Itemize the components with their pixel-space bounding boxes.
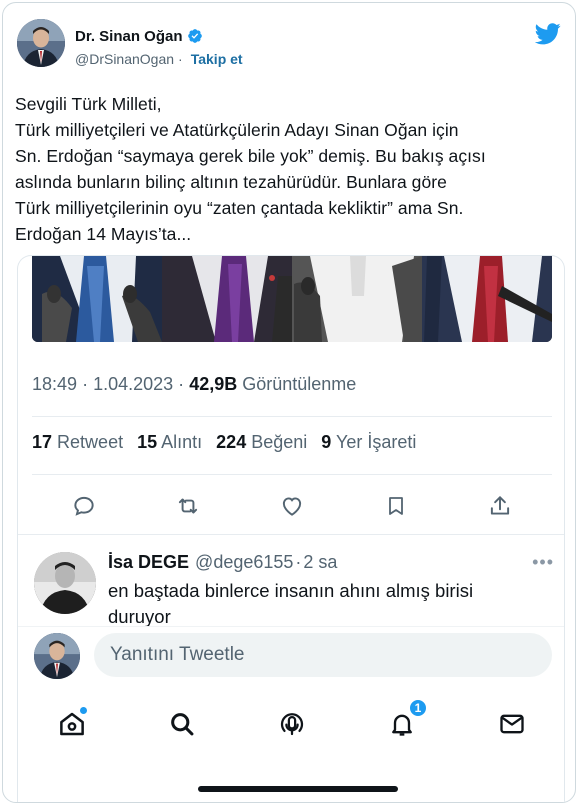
reply-composer: Yanıtını Tweetle — [18, 626, 564, 680]
tweet-text-line: Erdoğan 14 Mayıs’ta... — [15, 224, 192, 244]
notification-count-badge: 1 — [408, 698, 428, 718]
reply-header: İsa DEGE @dege6155 · 2 sa — [108, 552, 337, 573]
tweet-media-image[interactable] — [32, 256, 552, 342]
stat-retweets[interactable]: 17 Retweet — [32, 432, 123, 453]
reply-tweet[interactable]: İsa DEGE @dege6155 · 2 sa ••• en baştada… — [18, 546, 564, 626]
divider — [32, 474, 552, 475]
author-block: Dr. Sinan Oğan @DrSinanOgan · Takip et — [75, 27, 243, 68]
reply-time[interactable]: 2 sa — [303, 552, 337, 573]
stat-label: Alıntı — [161, 432, 203, 452]
tweet-meta: 18:49 · 1.04.2023 · 42,9B Görüntülenme — [32, 374, 356, 395]
bottom-navigation: 1 — [18, 696, 564, 752]
home-indicator — [198, 786, 398, 792]
reply-input[interactable]: Yanıtını Tweetle — [94, 633, 552, 677]
meta-separator: · — [82, 374, 89, 394]
tweet-text: Sevgili Türk Milleti, Türk milliyetçiler… — [15, 91, 567, 247]
share-icon[interactable] — [484, 490, 516, 522]
search-icon[interactable] — [164, 706, 200, 742]
views-label: Görüntülenme — [242, 374, 357, 394]
divider — [18, 534, 564, 535]
author-handle[interactable]: @DrSinanOgan — [75, 51, 174, 67]
embedded-tweet-screenshot[interactable]: 18:49 · 1.04.2023 · 42,9B Görüntülenme 1… — [17, 255, 565, 802]
verified-badge-icon — [187, 28, 203, 44]
reply-icon[interactable] — [68, 490, 100, 522]
reply-text-line: duruyor — [108, 606, 171, 626]
engagement-stats: 17 Retweet 15 Alıntı 224 Beğeni 9 Yer İş… — [32, 432, 416, 453]
divider — [32, 416, 552, 417]
more-options-icon[interactable]: ••• — [532, 552, 554, 573]
stat-label: Retweet — [57, 432, 124, 452]
reply-separator: · — [295, 552, 302, 572]
stat-label: Beğeni — [251, 432, 308, 452]
notifications-icon[interactable]: 1 — [384, 698, 428, 742]
twitter-bird-icon[interactable] — [534, 23, 561, 45]
stat-count: 15 — [137, 432, 158, 452]
retweet-icon[interactable] — [172, 490, 204, 522]
stat-count: 9 — [321, 432, 332, 452]
stat-label: Yer İşareti — [336, 432, 417, 452]
stat-bookmarks[interactable]: 9 Yer İşareti — [321, 432, 416, 453]
stat-count: 17 — [32, 432, 53, 452]
handle-separator: · — [178, 51, 183, 67]
author-display-name[interactable]: Dr. Sinan Oğan — [75, 28, 183, 45]
follow-button[interactable]: Takip et — [191, 51, 243, 67]
meta-separator: · — [178, 374, 185, 394]
reply-author-name[interactable]: İsa DEGE — [108, 552, 189, 573]
tweet-header: Dr. Sinan Oğan @DrSinanOgan · Takip et — [17, 19, 563, 79]
current-user-avatar[interactable] — [34, 633, 80, 679]
stat-count: 224 — [216, 432, 247, 452]
new-content-dot — [79, 706, 88, 715]
reply-text-line: en baştada binlerce insanın ahını almış … — [108, 580, 474, 601]
stat-quotes[interactable]: 15 Alıntı — [137, 432, 202, 453]
tweet-text-line: Sn. Erdoğan “saymaya gerek bile yok” dem… — [15, 146, 486, 166]
reply-avatar[interactable] — [34, 552, 96, 614]
bookmark-icon[interactable] — [380, 490, 412, 522]
tweet-date[interactable]: 1.04.2023 — [93, 374, 173, 394]
tweet-text-line: Sevgili Türk Milleti, — [15, 94, 162, 114]
messages-icon[interactable] — [494, 706, 530, 742]
tweet-card: Dr. Sinan Oğan @DrSinanOgan · Takip et S… — [2, 2, 576, 803]
reply-text: en baştada binlerce insanın ahını almış … — [108, 578, 548, 626]
home-icon[interactable] — [54, 706, 90, 742]
views-count: 42,9B — [189, 374, 238, 394]
stat-likes[interactable]: 224 Beğeni — [216, 432, 307, 453]
tweet-actions — [18, 484, 564, 528]
tweet-text-line: Türk milliyetçilerinin oyu “zaten çantad… — [15, 198, 464, 218]
tweet-text-line: Türk milliyetçileri ve Atatürkçülerin Ad… — [15, 120, 459, 140]
tweet-text-line: aslında bunların bilinç altının tezahürü… — [15, 172, 447, 192]
like-icon[interactable] — [276, 490, 308, 522]
author-avatar[interactable] — [17, 19, 65, 67]
tweet-time[interactable]: 18:49 — [32, 374, 77, 394]
spaces-icon[interactable] — [274, 706, 310, 742]
reply-author-handle[interactable]: @dege6155 — [195, 552, 293, 573]
